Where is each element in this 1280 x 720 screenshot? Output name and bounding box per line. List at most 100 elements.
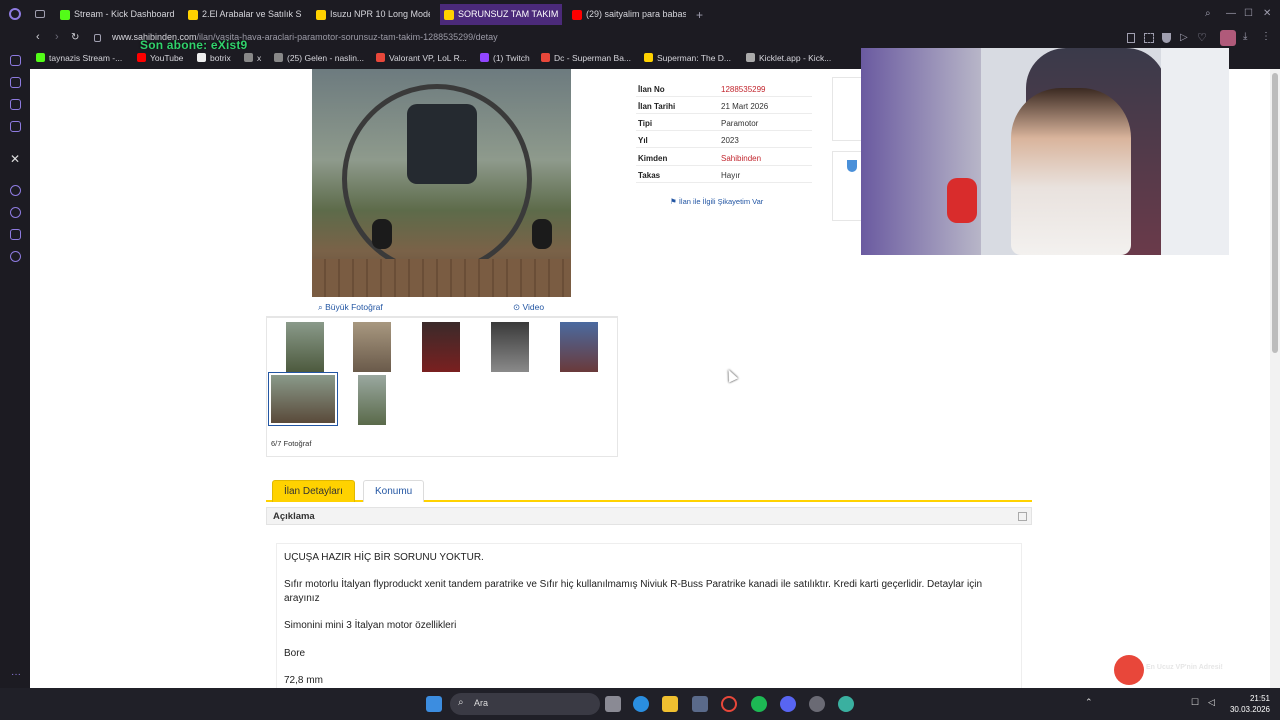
tab-konumu[interactable]: Konumu bbox=[363, 480, 425, 502]
main-listing-photo[interactable] bbox=[312, 69, 571, 297]
flag-icon: ⚑ bbox=[670, 197, 679, 206]
tab-kick-dashboard[interactable]: Stream - Kick Dashboard bbox=[60, 6, 184, 23]
minimize-icon[interactable]: — bbox=[1226, 9, 1236, 19]
youtube-icon bbox=[572, 10, 582, 20]
description-paragraph: Bore bbox=[284, 648, 306, 659]
wheel bbox=[532, 219, 552, 249]
new-tab-icon[interactable]: + bbox=[696, 8, 703, 22]
search-tabs-icon[interactable]: ⌕ bbox=[1205, 9, 1215, 19]
bookmark-item[interactable]: Valorant VP, LoL R... bbox=[376, 53, 467, 63]
webcam-person bbox=[1011, 88, 1131, 255]
description-paragraph: UÇUŞA HAZIR HİÇ BİR SORUNU YOKTUR. bbox=[284, 552, 484, 563]
app-icon[interactable] bbox=[838, 696, 854, 712]
menu-icon[interactable]: ⋮ bbox=[1261, 31, 1271, 42]
bookmark-icon[interactable] bbox=[1127, 33, 1135, 43]
back-icon[interactable]: ‹ bbox=[36, 31, 40, 43]
kick-icon bbox=[60, 10, 70, 20]
bookmark-item[interactable]: x bbox=[244, 53, 261, 63]
opera-icon[interactable] bbox=[721, 696, 737, 712]
mouse-cursor-icon bbox=[723, 367, 739, 383]
thumbnail[interactable] bbox=[286, 322, 324, 372]
x-icon bbox=[244, 53, 253, 62]
play-icon[interactable]: ▷ bbox=[1180, 32, 1188, 43]
spotify-icon[interactable] bbox=[751, 696, 767, 712]
tab-sorunsuz-active[interactable]: SORUNSUZ TAM TAKIM bbox=[440, 4, 562, 25]
taskbar-clock[interactable]: 21:51 30.03.2026 bbox=[1228, 693, 1270, 715]
sidebar-app-icon[interactable] bbox=[10, 121, 21, 132]
bookmark-item[interactable]: botrix bbox=[197, 53, 231, 63]
close-icon[interactable]: ✕ bbox=[1263, 9, 1273, 19]
side-box bbox=[832, 151, 862, 221]
history-icon[interactable] bbox=[10, 207, 21, 218]
bookmark-item[interactable]: Superman: The D... bbox=[644, 53, 731, 63]
thumbnail[interactable] bbox=[353, 322, 391, 372]
page-scrollbar[interactable] bbox=[1270, 69, 1280, 688]
twitch-icon bbox=[480, 53, 489, 62]
settings-icon[interactable] bbox=[10, 251, 21, 262]
big-photo-link[interactable]: ⌕ Büyük Fotoğraf bbox=[318, 302, 383, 313]
sahibinden-icon bbox=[444, 10, 454, 20]
thumbnail-selected[interactable] bbox=[268, 372, 338, 426]
sidebar-app-icon[interactable] bbox=[10, 99, 21, 110]
taskbar-search[interactable]: ⌕ Ara bbox=[450, 693, 600, 715]
tab-overview-icon[interactable] bbox=[35, 10, 45, 18]
webcam-right-shelf bbox=[1161, 48, 1229, 255]
search-icon: ⌕ bbox=[458, 697, 464, 708]
tab-arabalar[interactable]: 2.El Arabalar ve Satılık Sıfı bbox=[188, 6, 302, 23]
valorant-icon bbox=[376, 53, 385, 62]
thumbnail[interactable] bbox=[491, 322, 529, 372]
maximize-icon[interactable]: ☐ bbox=[1244, 9, 1254, 19]
shield-icon[interactable] bbox=[1162, 33, 1171, 43]
sidebar-app-icon[interactable] bbox=[10, 77, 21, 88]
task-view-icon[interactable] bbox=[605, 696, 621, 712]
youtube-icon bbox=[137, 53, 146, 62]
sidebar-app-icon[interactable] bbox=[10, 55, 21, 66]
tab-youtube[interactable]: (29) saityalim para babası bbox=[572, 6, 686, 23]
edge-icon[interactable] bbox=[633, 696, 649, 712]
file-explorer-icon[interactable] bbox=[662, 696, 678, 712]
thumbnail[interactable] bbox=[358, 375, 386, 425]
download-icon[interactable]: ⤓ bbox=[1243, 31, 1247, 42]
webcam-background-shelf bbox=[861, 48, 981, 255]
bookmark-item[interactable]: Dc - Superman Ba... bbox=[541, 53, 631, 63]
tab-isuzu[interactable]: Isuzu NPR 10 Long Model bbox=[316, 6, 430, 23]
listing-tabs: İlan Detayları Konumu bbox=[266, 479, 1032, 502]
sahibinden-icon bbox=[188, 10, 198, 20]
heart-icon[interactable]: ♡ bbox=[1197, 31, 1207, 44]
photo-counter: 6/7 Fotoğraf bbox=[271, 439, 312, 448]
kicklet-icon bbox=[746, 53, 755, 62]
sidebar-app-icon[interactable] bbox=[10, 185, 21, 196]
more-icon[interactable]: ··· bbox=[11, 669, 21, 680]
profile-avatar[interactable] bbox=[1220, 30, 1236, 46]
sidebar-app-icon[interactable] bbox=[10, 229, 21, 240]
store-icon[interactable] bbox=[692, 696, 708, 712]
lock-icon bbox=[94, 34, 101, 42]
bookmark-item[interactable]: (25) Gelen - naslin... bbox=[274, 53, 364, 63]
tab-ilan-detaylari[interactable]: İlan Detayları bbox=[272, 480, 355, 502]
detail-row: Yıl 2023 bbox=[636, 131, 812, 148]
video-link[interactable]: ⊙ Video bbox=[513, 302, 544, 313]
x-icon[interactable]: ✕ bbox=[10, 152, 20, 166]
discord-icon[interactable] bbox=[780, 696, 796, 712]
bookmark-item[interactable]: taynazis Stream -... bbox=[36, 53, 122, 63]
windows-start-icon[interactable] bbox=[426, 696, 442, 712]
webcam-microphone bbox=[947, 178, 977, 223]
collapse-icon[interactable] bbox=[1018, 512, 1027, 521]
thumbnail[interactable] bbox=[422, 322, 460, 372]
wood-deck bbox=[312, 259, 571, 297]
reload-icon[interactable]: ↻ bbox=[71, 32, 79, 43]
scrollbar-thumb[interactable] bbox=[1272, 73, 1278, 353]
volume-icon[interactable]: ◁ bbox=[1208, 697, 1215, 708]
browser-tab-bar: Stream - Kick Dashboard 2.El Arabalar ve… bbox=[0, 0, 1280, 29]
bookmark-item[interactable]: Kicklet.app - Kick... bbox=[746, 53, 831, 63]
screenshot-icon[interactable] bbox=[1144, 33, 1154, 43]
app-icon[interactable] bbox=[809, 696, 825, 712]
browser-logo-icon[interactable] bbox=[9, 8, 21, 20]
wifi-icon[interactable]: ☐ bbox=[1191, 697, 1199, 708]
thumbnail[interactable] bbox=[560, 322, 598, 372]
tray-expand-icon[interactable]: ⌃ bbox=[1085, 697, 1093, 708]
bookmark-item[interactable]: YouTube bbox=[137, 53, 183, 63]
bookmark-item[interactable]: (1) Twitch bbox=[480, 53, 530, 63]
complaint-link[interactable]: ⚑ İlan ile İlgili Şikayetim Var bbox=[670, 197, 763, 206]
forward-icon[interactable]: › bbox=[55, 31, 59, 43]
